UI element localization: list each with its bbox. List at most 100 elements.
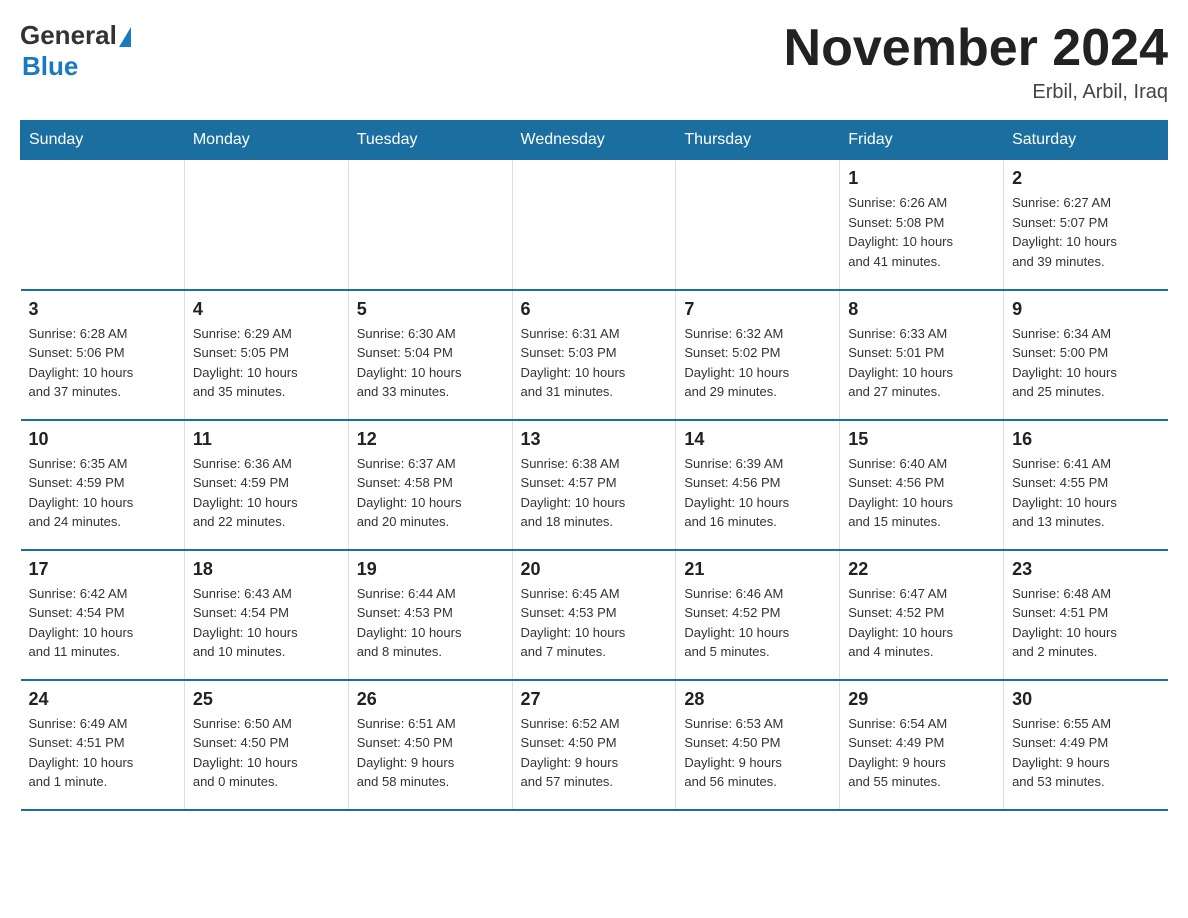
calendar-cell: [184, 160, 348, 290]
day-number: 3: [29, 299, 176, 320]
logo-triangle-icon: [119, 27, 131, 47]
calendar-cell: 13 Sunrise: 6:38 AM Sunset: 4:57 PM Dayli…: [512, 420, 676, 550]
day-info: Sunrise: 6:35 AM Sunset: 4:59 PM Dayligh…: [29, 454, 176, 532]
header-wednesday: Wednesday: [512, 121, 676, 160]
calendar-cell: 7 Sunrise: 6:32 AM Sunset: 5:02 PM Daylig…: [676, 290, 840, 420]
calendar-cell: 22Sunrise: 6:47 AM Sunset: 4:52 PM Dayli…: [840, 550, 1004, 680]
calendar-week-row: 1 Sunrise: 6:26 AM Sunset: 5:08 PM Daylig…: [21, 160, 1168, 290]
calendar-cell: 17 Sunrise: 6:42 AM Sunset: 4:54 PM Dayli…: [21, 550, 185, 680]
day-number: 18: [193, 559, 340, 580]
day-info: Sunrise: 6:52 AM Sunset: 4:50 PM Dayligh…: [521, 714, 668, 792]
calendar-cell: 23 Sunrise: 6:48 AM Sunset: 4:51 PM Dayli…: [1004, 550, 1168, 680]
calendar-cell: 5 Sunrise: 6:30 AM Sunset: 5:04 PM Daylig…: [348, 290, 512, 420]
day-number: 16: [1012, 429, 1159, 450]
day-info: Sunrise: 6:33 AM Sunset: 5:01 PM Dayligh…: [848, 324, 995, 402]
day-info: Sunrise: 6:27 AM Sunset: 5:07 PM Dayligh…: [1012, 193, 1159, 271]
calendar-cell: 8 Sunrise: 6:33 AM Sunset: 5:01 PM Daylig…: [840, 290, 1004, 420]
day-number: 17: [29, 559, 176, 580]
calendar-cell: 4Sunrise: 6:29 AM Sunset: 5:05 PM Daylig…: [184, 290, 348, 420]
day-number: 30: [1012, 689, 1159, 710]
day-number: 4: [193, 299, 340, 320]
calendar-cell: 6 Sunrise: 6:31 AM Sunset: 5:03 PM Daylig…: [512, 290, 676, 420]
day-number: 14: [684, 429, 831, 450]
day-info: Sunrise: 6:50 AM Sunset: 4:50 PM Dayligh…: [193, 714, 340, 792]
day-number: 5: [357, 299, 504, 320]
calendar-cell: 21 Sunrise: 6:46 AM Sunset: 4:52 PM Dayli…: [676, 550, 840, 680]
day-info: Sunrise: 6:48 AM Sunset: 4:51 PM Dayligh…: [1012, 584, 1159, 662]
day-info: Sunrise: 6:39 AM Sunset: 4:56 PM Dayligh…: [684, 454, 831, 532]
day-info: Sunrise: 6:51 AM Sunset: 4:50 PM Dayligh…: [357, 714, 504, 792]
day-info: Sunrise: 6:34 AM Sunset: 5:00 PM Dayligh…: [1012, 324, 1159, 402]
day-number: 26: [357, 689, 504, 710]
day-number: 23: [1012, 559, 1159, 580]
day-info: Sunrise: 6:53 AM Sunset: 4:50 PM Dayligh…: [684, 714, 831, 792]
header-sunday: Sunday: [21, 121, 185, 160]
calendar-cell: 28 Sunrise: 6:53 AM Sunset: 4:50 PM Dayli…: [676, 680, 840, 810]
day-number: 2: [1012, 168, 1159, 189]
header-saturday: Saturday: [1004, 121, 1168, 160]
header-tuesday: Tuesday: [348, 121, 512, 160]
day-info: Sunrise: 6:38 AM Sunset: 4:57 PM Dayligh…: [521, 454, 668, 532]
day-number: 22: [848, 559, 995, 580]
day-info: Sunrise: 6:42 AM Sunset: 4:54 PM Dayligh…: [29, 584, 176, 662]
day-number: 27: [521, 689, 668, 710]
day-info: Sunrise: 6:49 AM Sunset: 4:51 PM Dayligh…: [29, 714, 176, 792]
day-number: 25: [193, 689, 340, 710]
day-info: Sunrise: 6:40 AM Sunset: 4:56 PM Dayligh…: [848, 454, 995, 532]
calendar-cell: 27 Sunrise: 6:52 AM Sunset: 4:50 PM Dayli…: [512, 680, 676, 810]
calendar-header-row: SundayMondayTuesdayWednesdayThursdayFrid…: [21, 121, 1168, 160]
day-number: 7: [684, 299, 831, 320]
day-number: 21: [684, 559, 831, 580]
header-friday: Friday: [840, 121, 1004, 160]
day-number: 24: [29, 689, 176, 710]
calendar-cell: 16 Sunrise: 6:41 AM Sunset: 4:55 PM Dayli…: [1004, 420, 1168, 550]
day-number: 13: [521, 429, 668, 450]
day-number: 10: [29, 429, 176, 450]
calendar-cell: 10 Sunrise: 6:35 AM Sunset: 4:59 PM Dayli…: [21, 420, 185, 550]
day-info: Sunrise: 6:31 AM Sunset: 5:03 PM Dayligh…: [521, 324, 668, 402]
day-info: Sunrise: 6:26 AM Sunset: 5:08 PM Dayligh…: [848, 193, 995, 271]
calendar-cell: 14 Sunrise: 6:39 AM Sunset: 4:56 PM Dayli…: [676, 420, 840, 550]
day-info: Sunrise: 6:37 AM Sunset: 4:58 PM Dayligh…: [357, 454, 504, 532]
calendar-cell: 1 Sunrise: 6:26 AM Sunset: 5:08 PM Daylig…: [840, 160, 1004, 290]
day-info: Sunrise: 6:46 AM Sunset: 4:52 PM Dayligh…: [684, 584, 831, 662]
calendar-cell: 3 Sunrise: 6:28 AM Sunset: 5:06 PM Daylig…: [21, 290, 185, 420]
day-number: 29: [848, 689, 995, 710]
day-number: 9: [1012, 299, 1159, 320]
calendar-cell: 29Sunrise: 6:54 AM Sunset: 4:49 PM Dayli…: [840, 680, 1004, 810]
day-number: 19: [357, 559, 504, 580]
page-header: General Blue November 2024 Erbil, Arbil,…: [20, 20, 1168, 104]
calendar-week-row: 24 Sunrise: 6:49 AM Sunset: 4:51 PM Dayli…: [21, 680, 1168, 810]
day-number: 15: [848, 429, 995, 450]
day-number: 8: [848, 299, 995, 320]
day-info: Sunrise: 6:43 AM Sunset: 4:54 PM Dayligh…: [193, 584, 340, 662]
calendar-week-row: 3 Sunrise: 6:28 AM Sunset: 5:06 PM Daylig…: [21, 290, 1168, 420]
day-info: Sunrise: 6:28 AM Sunset: 5:06 PM Dayligh…: [29, 324, 176, 402]
calendar-title-area: November 2024 Erbil, Arbil, Iraq: [784, 20, 1168, 104]
calendar-cell: 15 Sunrise: 6:40 AM Sunset: 4:56 PM Dayli…: [840, 420, 1004, 550]
calendar-table: SundayMondayTuesdayWednesdayThursdayFrid…: [20, 120, 1168, 811]
calendar-cell: [348, 160, 512, 290]
calendar-cell: 18 Sunrise: 6:43 AM Sunset: 4:54 PM Dayli…: [184, 550, 348, 680]
logo-blue: Blue: [22, 51, 78, 82]
calendar-cell: 30Sunrise: 6:55 AM Sunset: 4:49 PM Dayli…: [1004, 680, 1168, 810]
day-info: Sunrise: 6:44 AM Sunset: 4:53 PM Dayligh…: [357, 584, 504, 662]
calendar-week-row: 10 Sunrise: 6:35 AM Sunset: 4:59 PM Dayli…: [21, 420, 1168, 550]
calendar-location: Erbil, Arbil, Iraq: [784, 81, 1168, 104]
day-info: Sunrise: 6:41 AM Sunset: 4:55 PM Dayligh…: [1012, 454, 1159, 532]
calendar-cell: 24 Sunrise: 6:49 AM Sunset: 4:51 PM Dayli…: [21, 680, 185, 810]
day-info: Sunrise: 6:36 AM Sunset: 4:59 PM Dayligh…: [193, 454, 340, 532]
day-number: 12: [357, 429, 504, 450]
day-info: Sunrise: 6:30 AM Sunset: 5:04 PM Dayligh…: [357, 324, 504, 402]
day-number: 28: [684, 689, 831, 710]
day-number: 20: [521, 559, 668, 580]
calendar-month-year: November 2024: [784, 20, 1168, 77]
calendar-cell: 25 Sunrise: 6:50 AM Sunset: 4:50 PM Dayli…: [184, 680, 348, 810]
day-number: 6: [521, 299, 668, 320]
day-number: 1: [848, 168, 995, 189]
day-number: 11: [193, 429, 340, 450]
day-info: Sunrise: 6:32 AM Sunset: 5:02 PM Dayligh…: [684, 324, 831, 402]
calendar-cell: 20Sunrise: 6:45 AM Sunset: 4:53 PM Dayli…: [512, 550, 676, 680]
header-monday: Monday: [184, 121, 348, 160]
calendar-week-row: 17 Sunrise: 6:42 AM Sunset: 4:54 PM Dayli…: [21, 550, 1168, 680]
